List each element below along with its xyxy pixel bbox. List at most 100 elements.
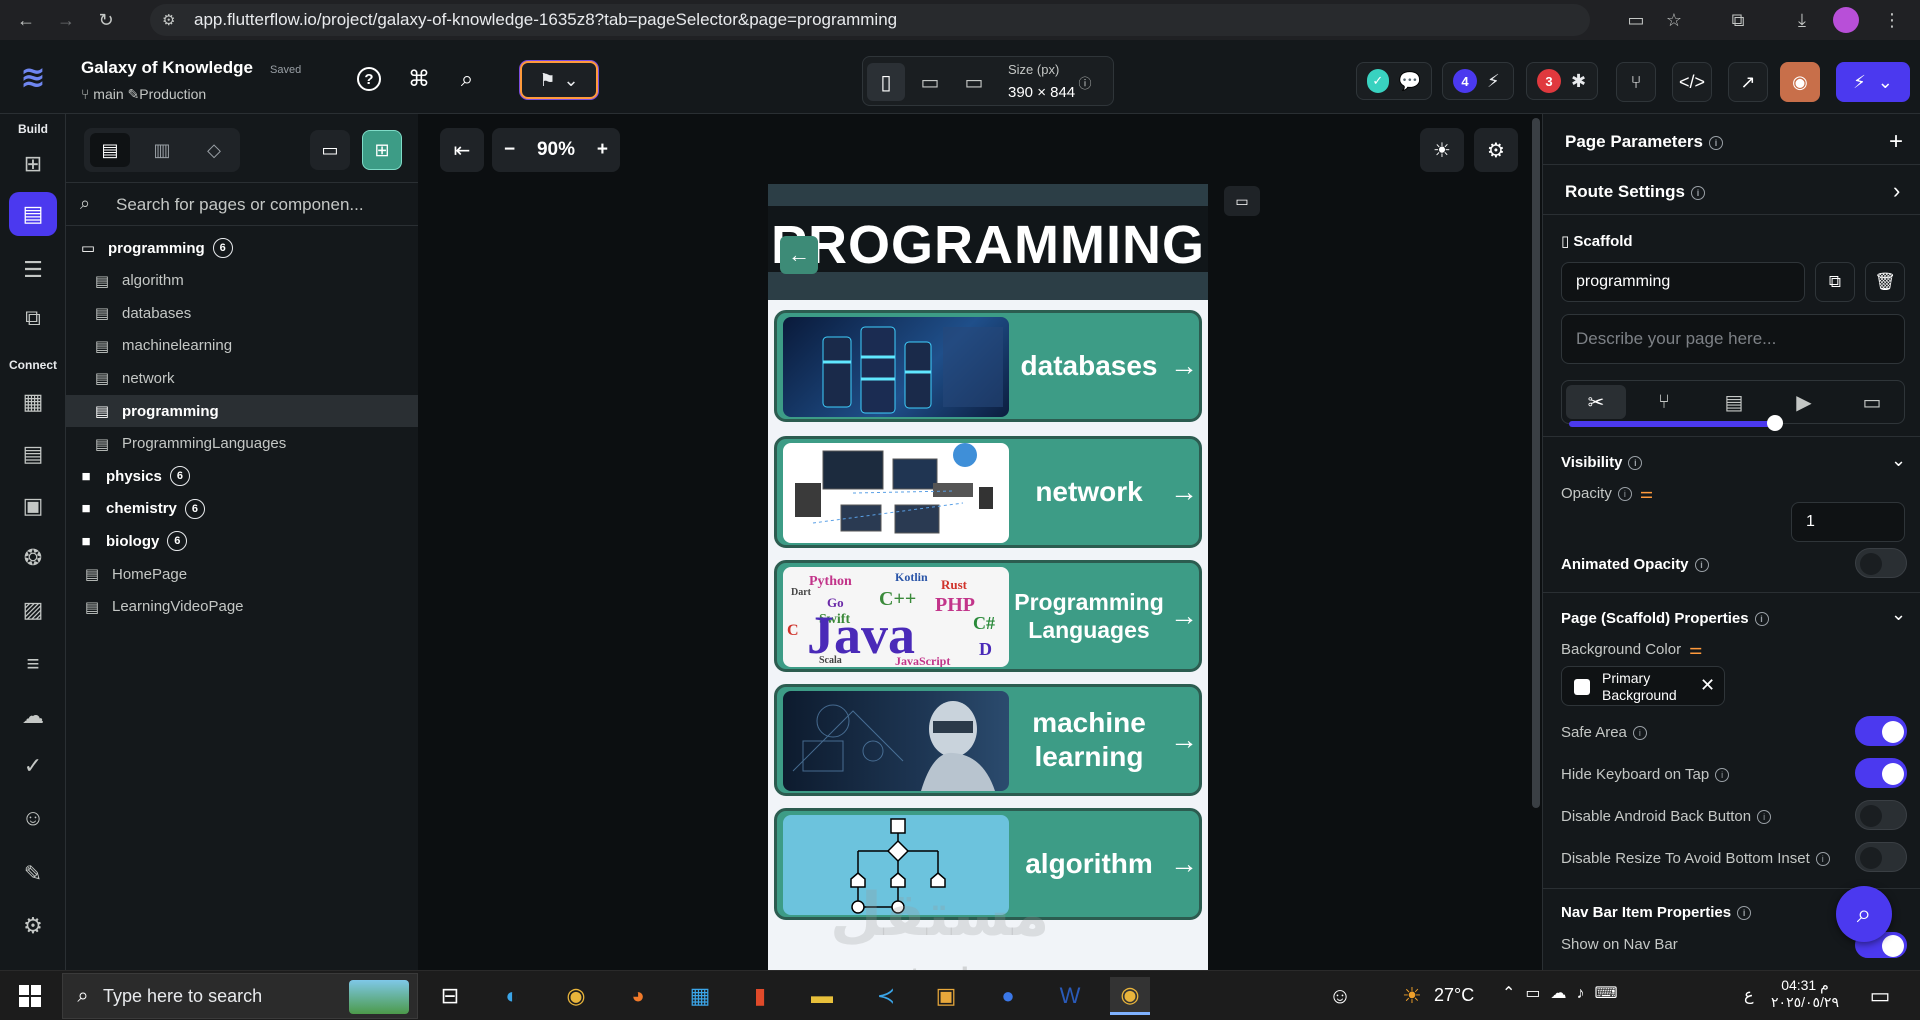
tree-page[interactable]: ▤ algorithm	[66, 265, 418, 297]
info-icon[interactable]: i	[1715, 768, 1730, 783]
api-calls-icon[interactable]: ▤	[9, 432, 57, 476]
chrome-active-icon[interactable]: ◉	[1110, 977, 1150, 1015]
visibility-section[interactable]: Visibility i	[1561, 454, 1643, 471]
weather-icon[interactable]: ☀	[1392, 977, 1432, 1015]
language-indicator[interactable]: ع	[1744, 985, 1754, 1005]
download-icon[interactable]: ⤓	[1788, 6, 1816, 34]
agent-icon[interactable]: ☺	[9, 796, 57, 840]
test-icon[interactable]: ✓	[9, 744, 57, 788]
tree-folder[interactable]: ■ biology 6	[66, 525, 418, 557]
issues-pill[interactable]: 3 ✱	[1526, 62, 1598, 100]
close-icon[interactable]: ✕	[1700, 675, 1715, 696]
animated-opacity-toggle[interactable]	[1855, 548, 1907, 578]
zoom-in-icon[interactable]: +	[597, 139, 608, 161]
add-icon[interactable]: +	[1889, 128, 1903, 156]
run-button[interactable]: ⚡ ⌄	[1836, 62, 1910, 102]
info-icon[interactable]: i	[1628, 456, 1643, 471]
widget-layout-icon[interactable]: ⚙	[1474, 128, 1518, 172]
tree-page[interactable]: ▤ databases	[66, 297, 418, 329]
status-pill[interactable]: ✓ 💬	[1356, 62, 1432, 100]
site-info-icon[interactable]: ⚙	[162, 11, 180, 29]
info-icon[interactable]: i	[1617, 487, 1632, 502]
windows-start-icon[interactable]	[10, 977, 50, 1015]
card-machine-learning[interactable]: machine learning →	[774, 684, 1202, 796]
info-icon[interactable]: i	[1632, 726, 1647, 741]
tree-page[interactable]: ▤ programming	[66, 395, 418, 427]
firefox-icon[interactable]: ◕	[618, 977, 658, 1015]
zoom-level[interactable]: 90%	[537, 139, 575, 161]
back-arrow-icon[interactable]: ←	[780, 236, 818, 274]
light-mode-icon[interactable]: ☀	[1420, 128, 1464, 172]
new-folder-icon[interactable]: ▭	[310, 130, 350, 170]
add-page-icon[interactable]: ⊞	[362, 130, 402, 170]
app-values-icon[interactable]: ≡	[9, 642, 57, 686]
card-databases[interactable]: databases →	[774, 310, 1202, 422]
settings-gear-icon[interactable]: ⚙	[9, 904, 57, 948]
reload-icon[interactable]: ↻	[92, 6, 120, 34]
properties-tab-icon[interactable]: ✂	[1566, 385, 1626, 419]
page-parameters-section[interactable]: Page Parameters i	[1565, 132, 1723, 152]
chevron-down-icon[interactable]: ⌄	[1891, 450, 1906, 471]
disable-back-toggle[interactable]	[1855, 800, 1907, 830]
vscode-icon[interactable]: ≺	[866, 977, 906, 1015]
code-icon[interactable]: </>	[1672, 62, 1712, 102]
clock[interactable]: 04:31 م ٢٠٢٥/٠٥/٢٩	[1770, 977, 1840, 1011]
components-tab-icon[interactable]: ▥	[142, 133, 182, 167]
chrome-icon[interactable]: ◉	[556, 977, 596, 1015]
pages-tab-icon[interactable]: ▤	[90, 133, 130, 167]
edge-icon[interactable]: ◐	[492, 977, 532, 1015]
trash-icon[interactable]: 🗑	[1865, 262, 1905, 302]
info-icon[interactable]: i	[1708, 135, 1723, 150]
comments-pill[interactable]: 4 ⚡	[1442, 62, 1514, 100]
app-icon[interactable]: ▣	[926, 977, 966, 1015]
notifications-icon[interactable]: ▭	[1860, 977, 1900, 1015]
info-icon[interactable]: i	[1690, 185, 1705, 200]
tree-folder[interactable]: ■ chemistry 6	[66, 493, 418, 525]
backend-query-tab-icon[interactable]: ▤	[1704, 385, 1764, 419]
tree-folder[interactable]: ■ physics 6	[66, 460, 418, 492]
bookmark-star-icon[interactable]: ☆	[1660, 6, 1688, 34]
cloud-icon[interactable]: ☁	[9, 694, 57, 738]
help-icon[interactable]: ?	[354, 64, 384, 94]
profile-avatar[interactable]	[1832, 6, 1860, 34]
duplicate-icon[interactable]: ⧉	[1815, 262, 1855, 302]
tray-icons[interactable]: ⌃▭☁♪⌨	[1502, 983, 1628, 1003]
cast-icon[interactable]: ▭	[1622, 6, 1650, 34]
back-arrow-icon[interactable]: ←	[12, 6, 40, 34]
info-icon[interactable]: i	[1754, 612, 1769, 627]
add-widget-icon[interactable]: ⊞	[9, 142, 57, 186]
branching-icon[interactable]: ⑂	[1616, 62, 1656, 102]
branch-info[interactable]: ⑂ main ✎Production	[81, 86, 206, 103]
zoom-icon[interactable]: ●	[988, 977, 1028, 1015]
safe-area-toggle[interactable]	[1855, 716, 1907, 746]
background-color-selector[interactable]: Primary Background ✕	[1561, 666, 1725, 706]
word-icon[interactable]: W	[1050, 977, 1090, 1015]
collapse-panel-icon[interactable]: ⇤	[440, 128, 484, 172]
nav-bar-section[interactable]: Nav Bar Item Properties i	[1561, 904, 1752, 921]
info-icon[interactable]: i	[1757, 810, 1772, 825]
search-fab-icon[interactable]: ⌕	[1836, 886, 1892, 942]
canvas-scrollbar[interactable]	[1532, 118, 1540, 808]
opacity-value-input[interactable]	[1791, 502, 1905, 542]
opacity-slider-track[interactable]	[1569, 421, 1775, 427]
card-network[interactable]: network →	[774, 436, 1202, 548]
flutterflow-logo-icon[interactable]: ≋	[14, 60, 52, 98]
widget-palette-button[interactable]: ⚑ ⌄	[520, 61, 598, 99]
hide-keyboard-toggle[interactable]	[1855, 758, 1907, 788]
card-programming-languages[interactable]: Python Kotlin Rust Go Swift PHP C# C++ J…	[774, 560, 1202, 672]
command-icon[interactable]: ⌘	[404, 64, 434, 94]
extensions-icon[interactable]: ⧉	[1724, 6, 1752, 34]
pages-icon[interactable]: ▤	[9, 192, 57, 236]
library-tab-icon[interactable]: ◇	[194, 133, 234, 167]
disable-resize-toggle[interactable]	[1855, 842, 1907, 872]
page-name-input[interactable]	[1561, 262, 1805, 302]
page-search-input[interactable]	[116, 189, 406, 221]
tree-page[interactable]: ▤ HomePage	[66, 558, 418, 590]
tree-page[interactable]: ▤ machinelearning	[66, 330, 418, 362]
address-bar[interactable]: ⚙ app.flutterflow.io/project/galaxy-of-k…	[150, 4, 1590, 36]
open-external-icon[interactable]: ↗	[1728, 62, 1768, 102]
project-title[interactable]: Galaxy of Knowledge	[81, 58, 253, 78]
store-icon[interactable]: ▦	[680, 977, 720, 1015]
preview-eye-icon[interactable]: ◉	[1780, 62, 1820, 102]
scaffold-properties-section[interactable]: Page (Scaffold) Properties i	[1561, 610, 1769, 627]
